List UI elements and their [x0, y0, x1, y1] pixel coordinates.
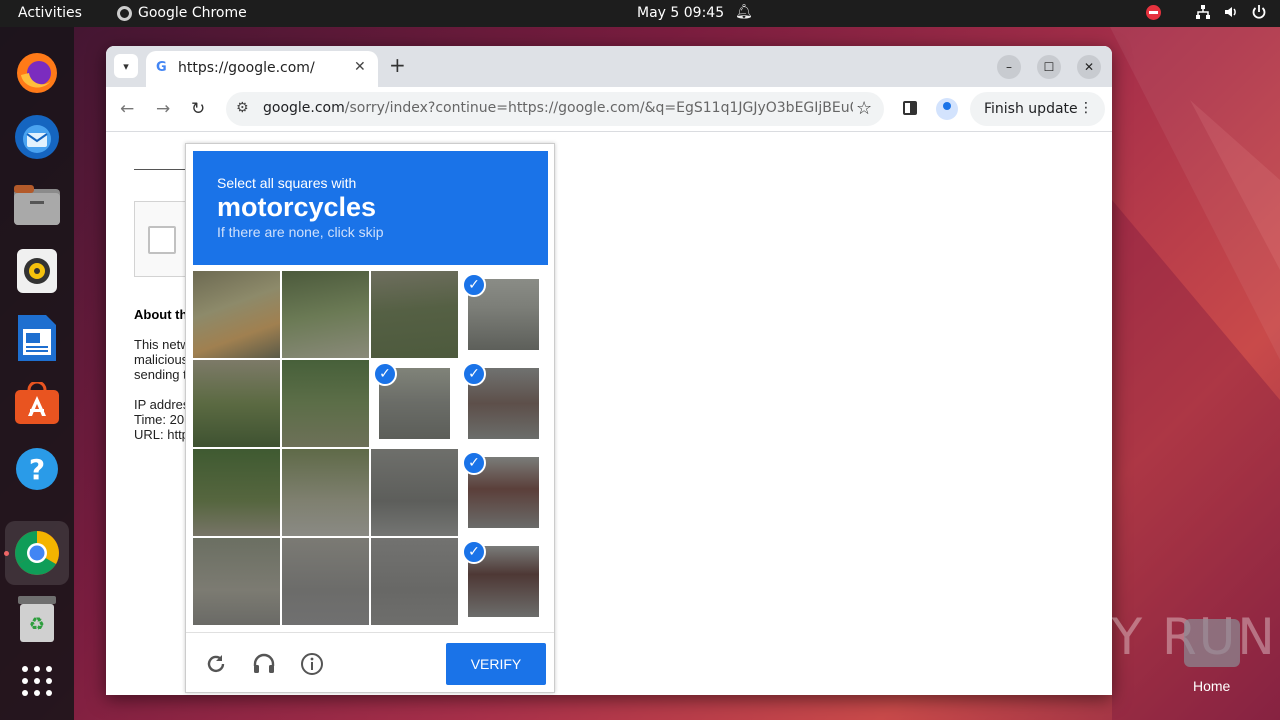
- captcha-tile-image: [282, 449, 369, 536]
- dock: ? ♻: [0, 27, 74, 720]
- captcha-tile-image: [282, 538, 369, 625]
- captcha-tile[interactable]: [282, 271, 369, 358]
- finish-update-label: Finish update: [984, 101, 1078, 117]
- system-tray[interactable]: [1146, 4, 1267, 20]
- info-icon[interactable]: [300, 652, 324, 676]
- home-folder-label: Home: [1193, 678, 1231, 694]
- trash-icon[interactable]: ♻: [13, 595, 61, 643]
- captcha-tile-image: [282, 271, 369, 358]
- thunderbird-icon[interactable]: [13, 113, 61, 161]
- captcha-instruction: Select all squares with: [217, 175, 357, 191]
- app-menu[interactable]: Google Chrome: [117, 5, 247, 21]
- captcha-tile[interactable]: [193, 271, 280, 358]
- finish-update-button[interactable]: Finish update ⋮: [970, 92, 1105, 126]
- captcha-tile[interactable]: [282, 538, 369, 625]
- tab-close-icon[interactable]: ✕: [354, 59, 366, 75]
- captcha-target: motorcycles: [217, 192, 377, 222]
- tab-title: https://google.com/: [178, 60, 315, 76]
- back-icon[interactable]: ←: [120, 99, 134, 119]
- captcha-tile[interactable]: [193, 360, 280, 447]
- captcha-tile[interactable]: [193, 538, 280, 625]
- captcha-tile[interactable]: ✓: [371, 360, 458, 447]
- captcha-tile-image: [193, 538, 280, 625]
- captcha-tile[interactable]: ✓: [460, 538, 547, 625]
- captcha-tile[interactable]: [371, 271, 458, 358]
- captcha-header: Select all squares with motorcycles If t…: [193, 151, 548, 265]
- captcha-tile[interactable]: [371, 449, 458, 536]
- captcha-tile-image: [371, 449, 458, 536]
- captcha-tile[interactable]: ✓: [460, 271, 547, 358]
- captcha-tile-image: [282, 360, 369, 447]
- maximize-button[interactable]: ☐: [1037, 55, 1061, 79]
- anyrun-watermark: ANY RUN: [1036, 608, 1277, 666]
- captcha-grid: ✓ ✓ ✓ ✓ ✓: [193, 271, 548, 626]
- help-icon[interactable]: ?: [13, 445, 61, 493]
- svg-text:?: ?: [29, 453, 45, 486]
- captcha-tile[interactable]: [193, 449, 280, 536]
- side-panel-icon[interactable]: [903, 101, 917, 115]
- running-indicator: [4, 551, 9, 556]
- tile-selected-check-icon: ✓: [462, 273, 486, 297]
- top-bar: Activities Google Chrome May 5 09:45 🔔︎: [0, 0, 1280, 27]
- tab-search-button[interactable]: ▾: [114, 54, 138, 78]
- files-icon[interactable]: [13, 181, 61, 229]
- tile-selected-check-icon: ✓: [373, 362, 397, 386]
- libreoffice-writer-icon[interactable]: [13, 314, 61, 362]
- svg-text:♻: ♻: [29, 614, 45, 635]
- notification-bell-icon[interactable]: 🔔︎: [735, 4, 753, 20]
- about-heading: About th: [134, 307, 188, 322]
- tab-strip: ▾ G https://google.com/ ✕ + – ☐ ✕: [106, 46, 1112, 87]
- captcha-tile-image: [371, 538, 458, 625]
- url-text[interactable]: google.com/sorry/index?continue=https://…: [263, 100, 853, 116]
- bookmark-star-icon[interactable]: ☆: [856, 98, 872, 119]
- tile-selected-check-icon: ✓: [462, 540, 486, 564]
- activities-button[interactable]: Activities: [18, 5, 82, 21]
- captcha-challenge: Select all squares with motorcycles If t…: [185, 143, 555, 693]
- captcha-tile-image: [371, 271, 458, 358]
- reload-challenge-icon[interactable]: [204, 652, 228, 676]
- captcha-tile[interactable]: [282, 360, 369, 447]
- request-details: IP addres Time: 20 URL: http: [134, 397, 190, 442]
- tab-google[interactable]: G https://google.com/ ✕: [146, 51, 378, 87]
- firefox-icon[interactable]: [13, 49, 61, 97]
- captcha-tile[interactable]: ✓: [460, 449, 547, 536]
- recaptcha-checkbox[interactable]: [148, 226, 176, 254]
- tile-selected-check-icon: ✓: [462, 451, 486, 475]
- clock[interactable]: May 5 09:45: [637, 5, 724, 21]
- verify-button[interactable]: VERIFY: [446, 643, 546, 685]
- site-info-icon[interactable]: ⚙︎: [236, 100, 249, 116]
- captcha-tile-image: [193, 360, 280, 447]
- tile-selected-check-icon: ✓: [462, 362, 486, 386]
- chrome-app-icon: [117, 5, 132, 21]
- do-not-disturb-icon: [1146, 4, 1161, 20]
- captcha-tile-image: [193, 271, 280, 358]
- captcha-hint: If there are none, click skip: [217, 224, 384, 240]
- minimize-button[interactable]: –: [997, 55, 1021, 79]
- captcha-footer: VERIFY: [186, 632, 554, 692]
- close-window-button[interactable]: ✕: [1077, 55, 1101, 79]
- forward-icon[interactable]: →: [156, 99, 170, 119]
- network-icon: [1196, 5, 1210, 19]
- power-icon: [1252, 5, 1266, 19]
- app-center-icon[interactable]: [13, 379, 61, 427]
- show-apps-icon[interactable]: [13, 657, 61, 705]
- new-tab-button[interactable]: +: [389, 55, 406, 75]
- profile-avatar-icon[interactable]: [936, 98, 958, 120]
- menu-dots-icon: ⋮: [1079, 100, 1093, 116]
- home-folder-icon[interactable]: [1184, 619, 1240, 667]
- captcha-tile[interactable]: [371, 538, 458, 625]
- toolbar: ← → ↻ ⚙︎ google.com/sorry/index?continue…: [106, 87, 1112, 132]
- captcha-tile[interactable]: ✓: [460, 360, 547, 447]
- volume-icon: [1225, 7, 1236, 17]
- reload-icon[interactable]: ↻: [191, 99, 205, 119]
- google-favicon-icon: G: [156, 60, 167, 75]
- address-bar[interactable]: ⚙︎ google.com/sorry/index?continue=https…: [226, 92, 884, 126]
- info-paragraph: This netw malicious sending t: [134, 337, 190, 382]
- chrome-icon[interactable]: [5, 521, 69, 585]
- app-name: Google Chrome: [138, 5, 247, 21]
- audio-challenge-icon[interactable]: [252, 652, 276, 676]
- captcha-tile-image: [193, 449, 280, 536]
- captcha-tile[interactable]: [282, 449, 369, 536]
- rhythmbox-icon[interactable]: [13, 247, 61, 295]
